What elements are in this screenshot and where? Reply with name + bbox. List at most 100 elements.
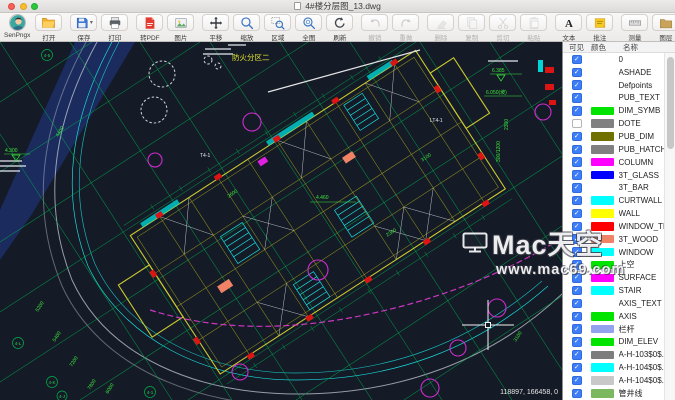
to-pdf-button[interactable]: 转PDF (135, 14, 164, 42)
layer-visibility-checkbox[interactable] (572, 311, 582, 322)
layer-visibility-checkbox[interactable] (572, 183, 582, 193)
layer-row[interactable]: PUB_HATCH (563, 143, 675, 156)
layer-name: 3T_GLASS (618, 170, 659, 180)
layer-visibility-checkbox[interactable] (572, 195, 582, 206)
layer-row[interactable]: AXIS (563, 310, 675, 323)
layer-row[interactable]: 0 (563, 53, 675, 66)
delete-button[interactable]: 删除 (426, 14, 455, 42)
layer-scrollbar[interactable] (664, 53, 675, 400)
layer-color-swatch (590, 80, 614, 90)
layer-name: 3T_WOOD (618, 234, 659, 244)
layer-visibility-checkbox[interactable] (572, 170, 582, 180)
layer-color-swatch (590, 145, 614, 154)
open-button[interactable]: 打开 (34, 14, 63, 42)
layer-name: SURFACE (618, 273, 657, 283)
print-button[interactable]: 打印 (100, 14, 129, 42)
layer-row[interactable]: ASHADE (563, 66, 675, 79)
close-button[interactable] (8, 3, 15, 10)
pan-button[interactable]: 平移 (201, 14, 230, 42)
undo-button[interactable]: 撤销 (360, 14, 389, 42)
layer-row[interactable]: WINDOW_TE... (563, 220, 675, 233)
layer-visibility-checkbox[interactable] (572, 337, 582, 347)
layer-visibility-checkbox[interactable] (572, 375, 582, 386)
redo-icon (401, 18, 411, 27)
layer-row[interactable]: 上空 (563, 259, 675, 272)
region-button[interactable]: 区域 (263, 14, 292, 42)
layer-row[interactable]: 管井线 (563, 387, 675, 400)
layer-name: Defpoints (618, 80, 653, 90)
layer-visibility-checkbox[interactable] (572, 54, 582, 65)
layer-visibility-checkbox[interactable] (572, 273, 582, 283)
layer-row[interactable]: COLUMN (563, 156, 675, 169)
user-avatar-button[interactable]: SenPngx (4, 14, 30, 39)
cad-canvas[interactable]: 2600 2300 3100 防火分区二 T4-1 LT4-1 4.300 4.… (0, 42, 562, 400)
layer-row[interactable]: DIM_SYMB (563, 104, 675, 117)
layer-visibility-checkbox[interactable] (572, 131, 582, 142)
layer-visibility-checkbox[interactable] (572, 247, 582, 257)
layer-visibility-checkbox[interactable] (572, 118, 582, 129)
save-dropdown-caret[interactable]: ▾ (90, 19, 93, 26)
layer-row[interactable]: A-H-103$0$... (563, 348, 675, 361)
paste-button[interactable]: 粘贴 (519, 14, 548, 42)
layer-color-swatch (590, 209, 614, 218)
layer-visibility-checkbox[interactable] (572, 234, 582, 244)
layer-visibility-checkbox[interactable] (572, 350, 582, 360)
layer-row[interactable]: 栏杆 (563, 323, 675, 336)
layer-row[interactable]: PUB_DIM (563, 130, 675, 143)
minimize-button[interactable] (19, 3, 27, 10)
layer-visibility-checkbox[interactable] (572, 80, 582, 90)
elevator-label: LT4-1 (430, 118, 443, 124)
layer-visibility-checkbox[interactable] (572, 221, 582, 232)
layer-visibility-checkbox[interactable] (572, 285, 582, 296)
measure-button[interactable]: 测量 (620, 14, 649, 42)
layer-visibility-checkbox[interactable] (572, 260, 582, 270)
layer-row[interactable]: DOTE (563, 117, 675, 130)
layer-row[interactable]: CURTWALL (563, 194, 675, 207)
redo-button[interactable]: 重做 (391, 14, 420, 42)
layer-row[interactable]: DIM_ELEV (563, 336, 675, 349)
layers-button[interactable]: 图层 (651, 14, 675, 42)
layer-color-swatch (590, 55, 614, 64)
copy-icon (467, 16, 478, 29)
layer-visibility-checkbox[interactable] (572, 106, 582, 116)
layer-row[interactable]: WINDOW (563, 246, 675, 259)
layer-visibility-checkbox[interactable] (572, 362, 582, 373)
scrollbar-thumb[interactable] (666, 57, 674, 149)
layer-row[interactable]: STAIR (563, 284, 675, 297)
copy-button[interactable]: 复制 (457, 14, 486, 42)
layer-visibility-checkbox[interactable] (572, 144, 582, 155)
layer-visibility-checkbox[interactable] (572, 67, 582, 78)
layer-visibility-checkbox[interactable] (572, 157, 582, 167)
layer-name: DIM_SYMB (618, 106, 661, 116)
layer-row[interactable]: 3T_BAR (563, 181, 675, 194)
annotate-button[interactable]: 批注 (585, 14, 614, 42)
layer-visibility-checkbox[interactable] (572, 388, 582, 399)
layer-row[interactable]: AXIS_TEXT (563, 297, 675, 310)
layer-row[interactable]: 3T_WOOD (563, 233, 675, 246)
layer-row[interactable]: A-H-104$0$... (563, 374, 675, 387)
layer-row[interactable]: PUB_TEXT (563, 92, 675, 105)
layer-visibility-checkbox[interactable] (572, 208, 582, 219)
fit-view-button[interactable]: 全图 (294, 14, 323, 42)
layer-name: A-H-104$0$... (618, 376, 669, 386)
cut-button[interactable]: 剪切 (488, 14, 517, 42)
text-button[interactable]: A 文本 (554, 14, 583, 42)
window-title: 4#楼分层图_13.dwg (305, 1, 381, 11)
layer-color-swatch (590, 183, 614, 193)
layer-row[interactable]: A-H-104$0$... (563, 361, 675, 374)
save-button[interactable]: ▾ 保存 (69, 14, 98, 42)
image-button[interactable]: 图片 (166, 14, 195, 42)
layer-visibility-checkbox[interactable] (572, 298, 582, 309)
ruler-icon (628, 20, 641, 25)
layer-row[interactable]: 3T_GLASS (563, 169, 675, 182)
layer-visibility-checkbox[interactable] (572, 93, 582, 103)
layer-row[interactable]: SURFACE (563, 271, 675, 284)
refresh-button[interactable]: 刷新 (325, 14, 354, 42)
zoom-window-button[interactable] (31, 3, 38, 10)
layer-row[interactable]: Defpoints (563, 79, 675, 92)
layer-row[interactable]: WALL (563, 207, 675, 220)
note-icon (594, 17, 605, 28)
zoom-button[interactable]: 缩放 (232, 14, 261, 42)
save-icon (76, 17, 88, 28)
layer-visibility-checkbox[interactable] (572, 324, 582, 334)
